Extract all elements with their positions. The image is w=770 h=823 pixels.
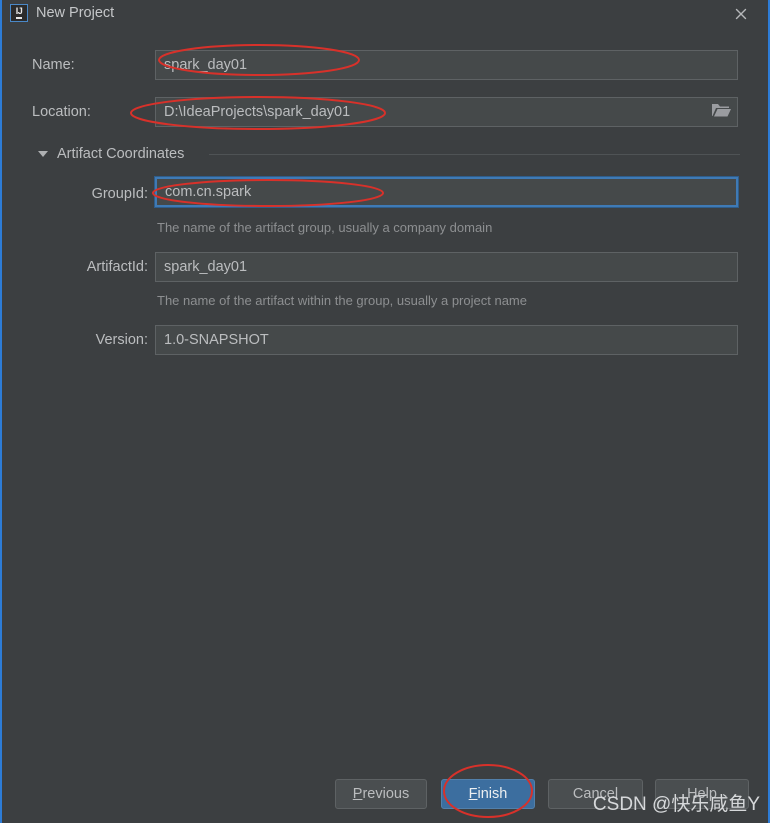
previous-button[interactable]: Previous — [335, 779, 427, 809]
finish-button-label: Finish — [468, 786, 508, 802]
name-input[interactable] — [155, 50, 738, 80]
section-divider — [209, 154, 740, 155]
window-title: New Project — [36, 5, 115, 21]
chevron-down-icon — [38, 151, 48, 157]
new-project-dialog: IJ New Project Name: Location: Artifact … — [0, 0, 770, 823]
groupid-input[interactable] — [155, 177, 738, 207]
artifactid-hint: The name of the artifact within the grou… — [157, 293, 527, 308]
ij-logo-glyph: IJ — [15, 7, 23, 19]
name-label: Name: — [32, 57, 75, 73]
location-input[interactable] — [155, 97, 738, 127]
version-label: Version: — [95, 332, 148, 348]
previous-button-label: Previous — [352, 786, 410, 802]
close-icon[interactable] — [730, 3, 752, 25]
intellij-idea-icon: IJ — [10, 4, 28, 22]
artifactid-input[interactable] — [155, 252, 738, 282]
section-title: Artifact Coordinates — [57, 146, 185, 162]
location-label: Location: — [32, 104, 91, 120]
groupid-hint: The name of the artifact group, usually … — [157, 220, 493, 235]
watermark-text: CSDN @快乐咸鱼Y — [592, 794, 760, 815]
groupid-label: GroupId: — [91, 186, 148, 202]
title-bar: IJ New Project — [2, 0, 768, 28]
artifactid-label: ArtifactId: — [86, 259, 148, 275]
finish-button[interactable]: Finish — [441, 779, 535, 809]
artifact-coordinates-section-toggle[interactable]: Artifact Coordinates — [38, 144, 184, 164]
folder-open-icon[interactable] — [710, 100, 732, 120]
version-input[interactable] — [155, 325, 738, 355]
